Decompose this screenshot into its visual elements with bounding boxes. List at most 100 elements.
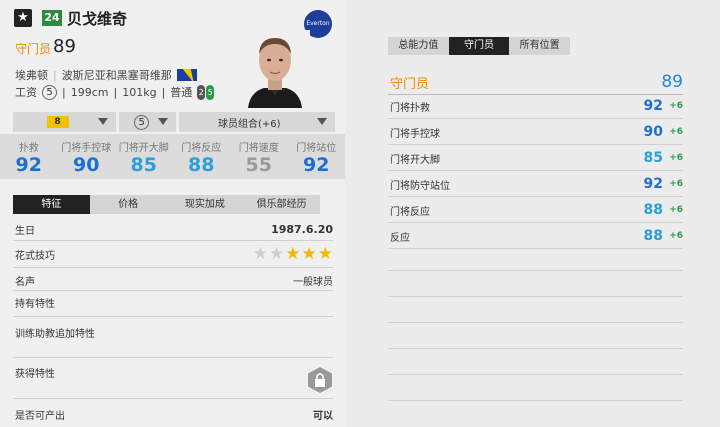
divider <box>388 374 683 375</box>
birthday-label: 生日 <box>15 226 35 237</box>
tab-goalkeeper[interactable]: 守门员 <box>448 37 510 55</box>
foot-rating-icon: 2 5 <box>197 84 215 100</box>
rating-row: 门将手控球 90 +6 <box>390 124 683 140</box>
stat-item: 扑救 92 <box>0 134 58 179</box>
birthday-row: 生日 1987.6.20 <box>15 222 333 237</box>
stat-value: 88 <box>188 154 215 176</box>
rating-bonus: +6 <box>669 231 683 241</box>
divider <box>388 270 683 271</box>
divider <box>388 248 683 249</box>
rating-name: 门将开大脚 <box>390 154 440 166</box>
player-portrait <box>240 30 310 108</box>
separator: | <box>161 85 166 99</box>
divider <box>388 94 683 95</box>
rating-bonus: +6 <box>669 153 683 163</box>
player-overall: 89 <box>53 36 76 57</box>
tab-traits[interactable]: 特征 <box>13 195 90 214</box>
skill-label: 花式技巧 <box>15 251 55 262</box>
rating-value: 92 <box>643 176 663 192</box>
selector-row: 8 5 球员组合(+6) <box>13 112 335 132</box>
level-badge: 8 <box>46 116 69 128</box>
position-rating-header: 守门员 89 <box>390 72 683 92</box>
position-value: 89 <box>661 72 683 92</box>
stat-label: 扑救 <box>18 143 39 154</box>
stat-item: 门将速度 55 <box>230 134 288 179</box>
rating-name: 门将反应 <box>390 206 430 218</box>
stat-value: 90 <box>73 154 100 176</box>
stat-value: 85 <box>130 154 157 176</box>
height: 199cm <box>70 85 109 99</box>
rating-name: 门将手控球 <box>390 128 440 140</box>
reputation-row: 名声 一般球员 <box>15 273 333 288</box>
tab-real-bonus[interactable]: 现实加成 <box>167 195 244 214</box>
skill-stars: ★ ★ ★ ★ ★ <box>253 246 333 263</box>
weak-foot: 2 <box>197 84 206 100</box>
salary-value: 5 <box>42 84 57 100</box>
bosnia-flag-icon <box>176 69 197 81</box>
star-icon: ★ <box>301 244 317 264</box>
tab-price[interactable]: 价格 <box>90 195 167 214</box>
separator: | <box>53 68 57 82</box>
rating-value: 88 <box>643 228 663 244</box>
traits-label: 持有特性 <box>15 299 55 310</box>
divider <box>388 196 683 197</box>
tab-overall[interactable]: 总能力值 <box>388 37 449 55</box>
detail-tabs: 特征 价格 现实加成 俱乐部经历 <box>13 195 320 214</box>
rating-value: 92 <box>643 98 663 114</box>
player-name: 贝戈维奇 <box>67 10 128 28</box>
player-position: 守门员 <box>15 42 52 56</box>
star-icon: ★ <box>269 244 285 264</box>
reputation-label: 名声 <box>15 277 35 288</box>
divider <box>13 290 333 291</box>
nationality: 波斯尼亚和黑塞哥维那 <box>61 69 172 82</box>
stat-label: 门将开大脚 <box>118 143 169 154</box>
crest-text: Everton <box>306 20 330 27</box>
stat-item: 门将反应 88 <box>173 134 231 179</box>
rating-row: 反应 88 +6 <box>390 228 683 244</box>
level-dropdown[interactable]: 8 <box>13 112 117 132</box>
acquired-label: 获得特性 <box>15 369 55 380</box>
divider <box>388 348 683 349</box>
tab-all-positions[interactable]: 所有位置 <box>509 37 570 55</box>
rating-value: 85 <box>643 150 663 166</box>
separator: | <box>62 85 66 99</box>
tab-club-history[interactable]: 俱乐部经历 <box>243 195 320 214</box>
rating-value: 90 <box>643 124 663 140</box>
rating-value: 88 <box>643 202 663 218</box>
divider <box>13 267 333 268</box>
acquired-traits-row: 获得特性 <box>15 365 333 380</box>
skill-moves-row: 花式技巧 ★ ★ ★ ★ ★ <box>15 246 333 263</box>
favorite-star-icon[interactable]: ★ <box>14 9 32 27</box>
strong-foot: 5 <box>206 84 215 100</box>
physical-line: 工资 5 | 199cm | 101kg | 普通 2 5 <box>15 84 215 100</box>
stat-value: 92 <box>15 154 42 176</box>
chevron-down-icon <box>317 118 327 125</box>
rating-bonus: +6 <box>669 101 683 111</box>
stat-value: 92 <box>303 154 330 176</box>
lock-icon <box>308 367 332 393</box>
divider <box>13 316 333 317</box>
divider <box>388 118 683 119</box>
reputation-value: 一般球员 <box>293 277 333 288</box>
training-dropdown[interactable]: 5 <box>119 112 177 132</box>
rating-bonus: +6 <box>669 205 683 215</box>
sellable-row: 是否可产出 可以 <box>15 407 333 422</box>
salary-label: 工资 <box>15 86 37 99</box>
star-icon: ★ <box>285 244 301 264</box>
key-stats-bar: 扑救 92 门将手控球 90 门将开大脚 85 门将反应 88 门将速度 55 门将站位 92 <box>0 134 345 179</box>
divider <box>388 144 683 145</box>
coach-traits-label: 训练助教追加特性 <box>15 329 95 340</box>
stat-value: 55 <box>245 154 272 176</box>
combo-dropdown[interactable]: 球员组合(+6) <box>179 112 335 132</box>
rating-name: 门将扑救 <box>390 102 430 114</box>
rating-bonus: +6 <box>669 179 683 189</box>
stat-label: 门将反应 <box>181 143 222 154</box>
stat-item: 门将开大脚 85 <box>115 134 173 179</box>
rating-row: 门将防守站位 92 +6 <box>390 176 683 192</box>
divider <box>388 222 683 223</box>
season-badge: 24 <box>42 10 62 26</box>
weight: 101kg <box>122 85 157 99</box>
rating-row: 门将反应 88 +6 <box>390 202 683 218</box>
coach-traits-row: 训练助教追加特性 <box>15 325 333 340</box>
divider <box>13 357 333 358</box>
